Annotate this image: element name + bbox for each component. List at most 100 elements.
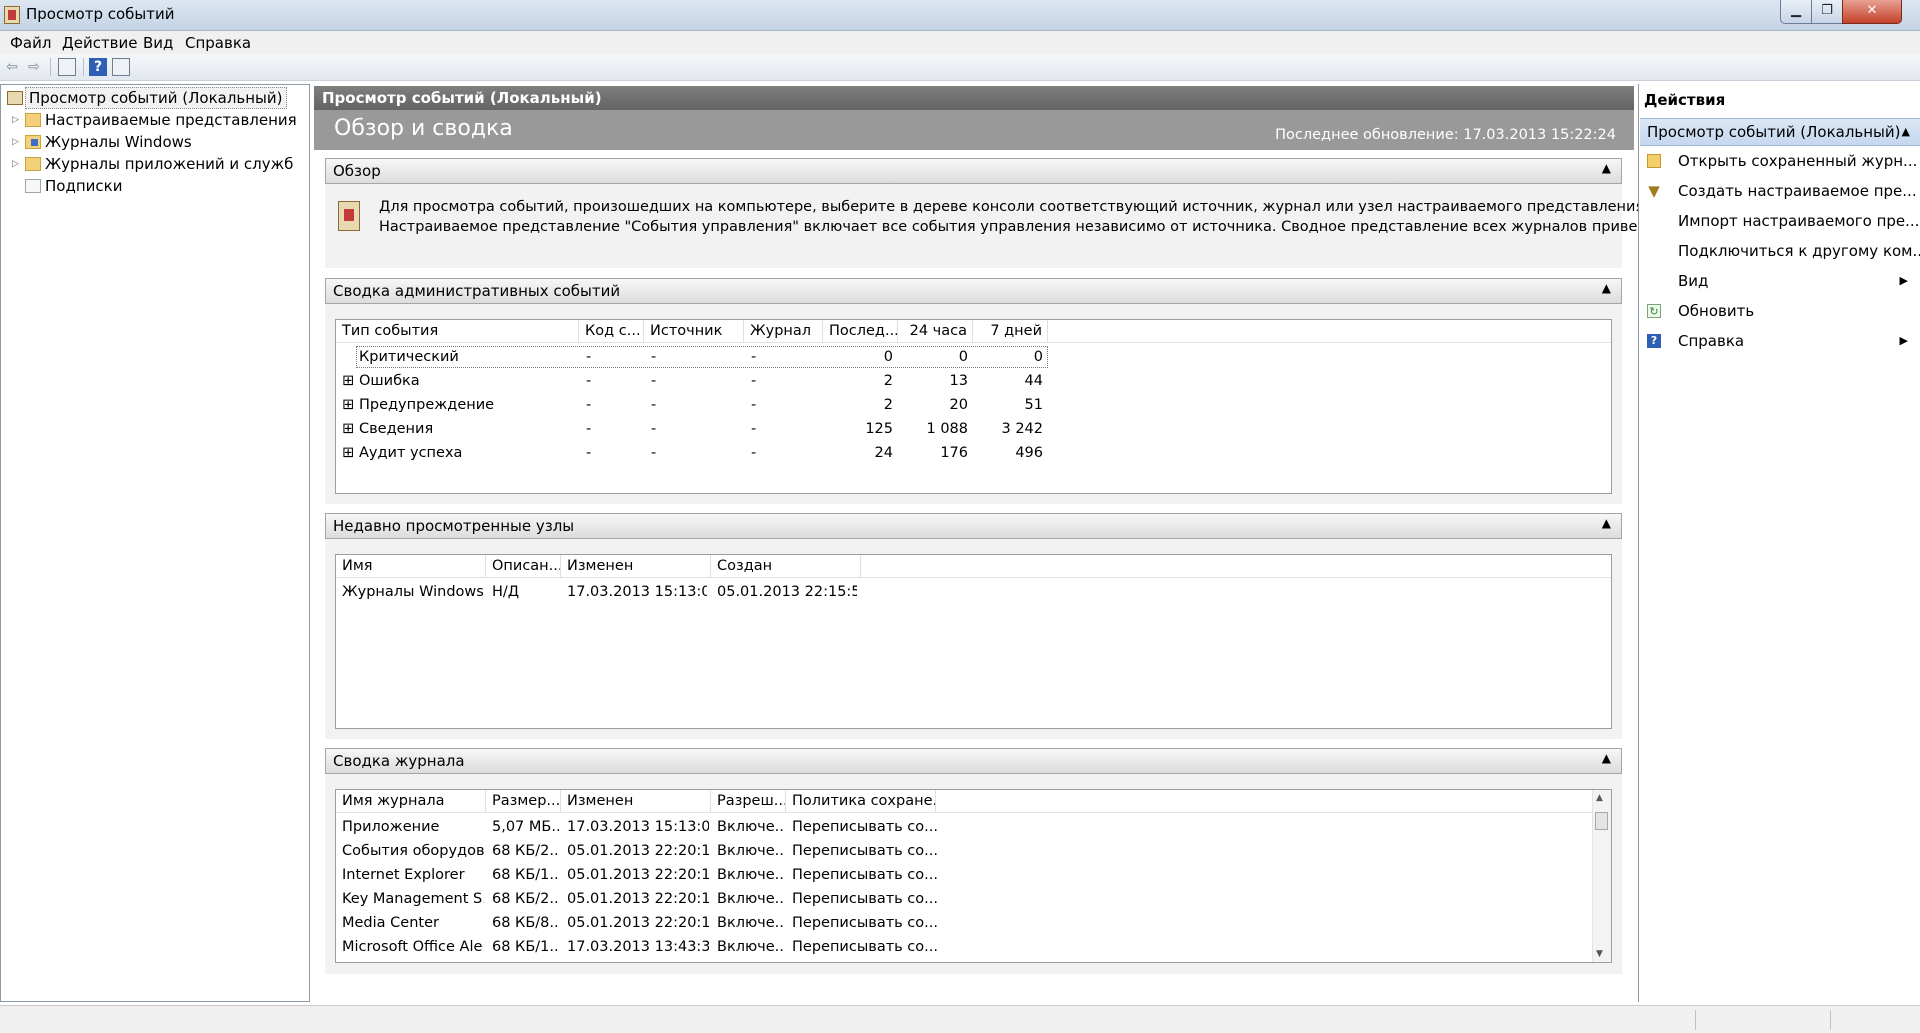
- table-cell-type[interactable]: Сведения: [359, 417, 574, 441]
- expand-icon[interactable]: ⊞: [342, 369, 356, 393]
- column-header-description[interactable]: Описан...: [486, 555, 561, 577]
- action-help[interactable]: ? Справка ▶: [1640, 326, 1920, 356]
- action-label: Справка: [1678, 332, 1745, 350]
- expand-icon[interactable]: ⊞: [342, 441, 356, 465]
- column-header-name[interactable]: Имя: [336, 555, 486, 577]
- table-cell-log-name[interactable]: Microsoft Office Ale...: [342, 935, 484, 959]
- table-cell-log-name[interactable]: События оборудов...: [342, 839, 484, 863]
- section-label: Сводка административных событий: [333, 282, 621, 300]
- back-arrow-icon[interactable]: ⇦: [3, 58, 21, 76]
- column-header-size[interactable]: Размер...: [486, 790, 561, 812]
- overview-text-line1: Для просмотра событий, произошедших на к…: [379, 199, 1649, 215]
- table-cell-last: 2: [883, 373, 893, 389]
- table-cell-type[interactable]: Ошибка: [359, 369, 574, 393]
- help-icon[interactable]: ?: [89, 58, 107, 76]
- collapse-icon[interactable]: ▲: [1602, 511, 1611, 535]
- recent-nodes-table: Имя Описан... Изменен Создан Журналы Win…: [335, 554, 1612, 729]
- table-cell-log-name[interactable]: Приложение: [342, 815, 484, 839]
- expand-icon[interactable]: ⊞: [342, 393, 356, 417]
- tree-item-custom-views[interactable]: ▷ Настраиваемые представления: [1, 109, 307, 131]
- table-cell-type[interactable]: Аудит успеха: [359, 441, 574, 465]
- vertical-scrollbar[interactable]: ▲ ▼: [1592, 790, 1611, 962]
- menu-file[interactable]: Файл: [10, 34, 51, 52]
- submenu-arrow-icon: ▶: [1899, 334, 1908, 347]
- column-header-code[interactable]: Код с...: [579, 320, 644, 342]
- expand-icon[interactable]: ⊞: [342, 417, 356, 441]
- action-refresh[interactable]: ↻ Обновить: [1640, 296, 1920, 326]
- tree-item-app-service-logs[interactable]: ▷ Журналы приложений и служб: [1, 153, 307, 175]
- table-cell-last: 125: [865, 421, 893, 437]
- scrollbar-thumb[interactable]: [1595, 812, 1608, 830]
- table-cell-last: 0: [883, 349, 893, 365]
- expand-arrow-icon[interactable]: ▷: [12, 109, 19, 131]
- title-bar: Просмотр событий ▁ ❐ ✕: [0, 0, 1920, 31]
- windows-logs-icon: [25, 135, 41, 149]
- log-summary-section-header[interactable]: Сводка журнала ▲: [325, 748, 1622, 774]
- column-header-retention-policy[interactable]: Политика сохране...: [786, 790, 936, 812]
- expand-arrow-icon[interactable]: ▷: [12, 153, 19, 175]
- table-cell-modified: 05.01.2013 22:20:17: [567, 915, 709, 931]
- collapse-icon[interactable]: ▲: [1602, 746, 1611, 770]
- table-cell-enabled: Включе...: [717, 891, 785, 907]
- tree-item-subscriptions[interactable]: Подписки: [1, 175, 307, 197]
- event-viewer-large-icon: [338, 201, 360, 231]
- actions-group-header[interactable]: Просмотр событий (Локальный) ▲: [1640, 118, 1920, 146]
- table-cell-modified: 05.01.2013 22:20:17: [567, 891, 709, 907]
- table-cell-log: -: [751, 349, 757, 365]
- toolbar: ⇦ ⇨ ?: [0, 54, 1920, 81]
- table-cell-size: 68 КБ/2...: [492, 843, 560, 859]
- table-cell-name[interactable]: Журналы Windows...: [342, 580, 484, 604]
- menu-bar: Файл Действие Вид Справка: [0, 31, 1920, 54]
- table-cell-log-name[interactable]: Key Management S...: [342, 887, 484, 911]
- admin-summary-section-header[interactable]: Сводка административных событий ▲: [325, 278, 1622, 304]
- column-header-last[interactable]: Послед...: [823, 320, 898, 342]
- overview-section-header[interactable]: Обзор ▲: [325, 158, 1622, 184]
- action-label: Вид: [1678, 272, 1709, 290]
- section-label: Сводка журнала: [333, 752, 465, 770]
- collapse-icon[interactable]: ▲: [1602, 276, 1611, 300]
- table-cell-24h: 176: [940, 445, 968, 461]
- action-open-saved-log[interactable]: Открыть сохраненный журн...: [1640, 146, 1920, 176]
- table-cell-log-name[interactable]: Media Center: [342, 911, 484, 935]
- column-header-modified[interactable]: Изменен: [561, 555, 711, 577]
- action-create-custom-view[interactable]: ▼ Создать настраиваемое пре...: [1640, 176, 1920, 206]
- column-header-7d[interactable]: 7 дней: [973, 320, 1048, 342]
- column-header-created[interactable]: Создан: [711, 555, 861, 577]
- table-cell-modified: 17.03.2013 15:13:01: [567, 584, 707, 600]
- menu-view[interactable]: Вид: [143, 34, 173, 52]
- action-import-custom-view[interactable]: Импорт настраиваемого пре...: [1640, 206, 1920, 236]
- tree-item-event-viewer[interactable]: Просмотр событий (Локальный): [1, 87, 307, 109]
- scroll-up-arrow-icon[interactable]: ▲: [1596, 793, 1603, 803]
- table-cell-log-name[interactable]: Internet Explorer: [342, 863, 484, 887]
- column-header-24h[interactable]: 24 часа: [898, 320, 973, 342]
- menu-help[interactable]: Справка: [185, 34, 251, 52]
- tree-item-windows-logs[interactable]: ▷ Журналы Windows: [1, 131, 307, 153]
- show-hide-tree-icon[interactable]: [58, 58, 76, 76]
- minimize-button[interactable]: ▁: [1780, 0, 1812, 24]
- forward-arrow-icon[interactable]: ⇨: [25, 58, 43, 76]
- column-header-log[interactable]: Журнал: [744, 320, 823, 342]
- close-button[interactable]: ✕: [1842, 0, 1902, 24]
- column-header-event-type[interactable]: Тип события: [336, 320, 579, 342]
- table-cell-type[interactable]: Предупреждение: [359, 393, 574, 417]
- table-cell-log: -: [751, 373, 757, 389]
- maximize-button[interactable]: ❐: [1811, 0, 1843, 24]
- expand-arrow-icon[interactable]: ▷: [12, 131, 19, 153]
- table-cell-type[interactable]: Критический: [359, 345, 574, 369]
- table-cell-code: -: [586, 373, 592, 389]
- scroll-down-arrow-icon[interactable]: ▼: [1596, 949, 1603, 959]
- column-header-modified[interactable]: Изменен: [561, 790, 711, 812]
- column-header-enabled[interactable]: Разреш...: [711, 790, 786, 812]
- table-cell-policy: Переписывать со...: [792, 939, 937, 955]
- recent-nodes-section-header[interactable]: Недавно просмотренные узлы ▲: [325, 513, 1622, 539]
- column-header-source[interactable]: Источник: [644, 320, 744, 342]
- collapse-icon[interactable]: ▲: [1902, 119, 1910, 145]
- table-cell-source: -: [651, 373, 657, 389]
- menu-action[interactable]: Действие: [62, 34, 138, 52]
- collapse-icon[interactable]: ▲: [1602, 156, 1611, 180]
- expand-icon[interactable]: [342, 345, 356, 369]
- action-view[interactable]: Вид ▶: [1640, 266, 1920, 296]
- show-hide-action-pane-icon[interactable]: [112, 58, 130, 76]
- action-connect-computer[interactable]: Подключиться к другому ком...: [1640, 236, 1920, 266]
- column-header-log-name[interactable]: Имя журнала: [336, 790, 486, 812]
